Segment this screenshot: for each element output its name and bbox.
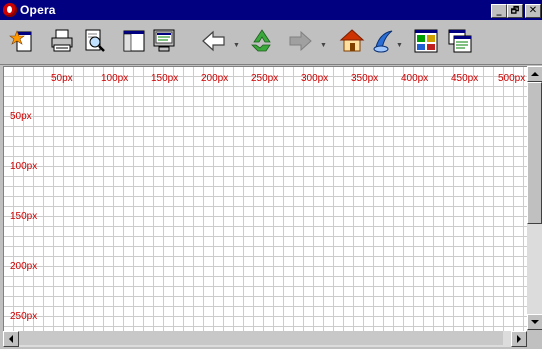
close-button[interactable]: ✕ <box>525 4 541 18</box>
close-icon: ✕ <box>528 5 538 16</box>
search-icon <box>373 30 393 53</box>
forward-button[interactable] <box>286 27 314 55</box>
cascade-button[interactable] <box>446 27 474 55</box>
panel-button[interactable] <box>120 27 148 55</box>
tile-icon <box>414 29 438 53</box>
x-ruler-label: 300px <box>301 73 329 84</box>
search-dropdown-icon[interactable]: ▼ <box>396 42 403 49</box>
back-dropdown-icon[interactable]: ▼ <box>233 42 240 49</box>
scroll-left-button[interactable] <box>3 331 19 347</box>
back-icon <box>202 30 225 52</box>
y-ruler-label: 50px <box>10 111 32 122</box>
scroll-right-button[interactable] <box>511 331 527 347</box>
window-title: Opera <box>20 3 56 17</box>
horizontal-scroll-track[interactable] <box>19 331 503 345</box>
x-ruler-label: 250px <box>251 73 279 84</box>
panel-icon <box>123 30 145 52</box>
cascade-icon <box>448 29 472 53</box>
print-preview-icon <box>85 29 105 52</box>
scrollbar-corner <box>527 331 542 347</box>
toolbar: ▼ ▼ ▼ <box>0 20 542 65</box>
x-ruler-label: 100px <box>101 73 129 84</box>
y-ruler-label: 150px <box>10 211 38 222</box>
restore-icon: 🗗 <box>510 6 520 16</box>
monitor-icon <box>153 29 175 52</box>
search-button[interactable] <box>370 27 398 55</box>
opera-logo-icon <box>3 3 17 17</box>
print-button[interactable] <box>48 27 76 55</box>
back-button[interactable] <box>200 27 228 55</box>
arrow-up-icon <box>531 72 539 76</box>
hotlist-icon <box>9 30 32 52</box>
x-ruler-label: 50px <box>51 73 73 84</box>
forward-dropdown-icon[interactable]: ▼ <box>320 42 327 49</box>
scroll-down-button[interactable] <box>527 314 542 330</box>
scroll-up-button[interactable] <box>527 66 542 82</box>
x-ruler-label: 350px <box>351 73 379 84</box>
print-preview-button[interactable] <box>80 27 108 55</box>
y-ruler-label: 250px <box>10 311 38 322</box>
reload-button[interactable] <box>248 27 276 55</box>
home-icon <box>339 29 365 52</box>
arrow-down-icon <box>531 320 539 324</box>
monitor-button[interactable] <box>150 27 178 55</box>
forward-icon <box>289 30 312 52</box>
page-content-grid[interactable]: 50px 100px 150px 200px 250px 300px 350px… <box>3 66 527 331</box>
home-button[interactable] <box>338 27 366 55</box>
vertical-scroll-thumb[interactable] <box>527 82 542 224</box>
x-ruler-label: 150px <box>151 73 179 84</box>
arrow-right-icon <box>517 335 521 343</box>
y-ruler-label: 100px <box>10 161 38 172</box>
minimize-icon: _ <box>496 5 502 16</box>
tile-button[interactable] <box>412 27 440 55</box>
vertical-scrollbar[interactable] <box>527 66 542 330</box>
y-ruler-label: 200px <box>10 261 38 272</box>
reload-icon <box>251 29 271 52</box>
hotlist-button[interactable] <box>8 27 36 55</box>
x-ruler-label: 450px <box>451 73 479 84</box>
x-ruler-label: 500px <box>498 73 526 84</box>
x-ruler-label: 400px <box>401 73 429 84</box>
minimize-button[interactable]: _ <box>491 4 507 18</box>
title-bar[interactable]: Opera _ 🗗 ✕ <box>0 0 542 20</box>
arrow-left-icon <box>9 335 13 343</box>
x-ruler-label: 200px <box>201 73 229 84</box>
horizontal-scrollbar[interactable] <box>3 331 527 347</box>
print-icon <box>51 29 73 52</box>
maximize-button[interactable]: 🗗 <box>507 4 523 18</box>
